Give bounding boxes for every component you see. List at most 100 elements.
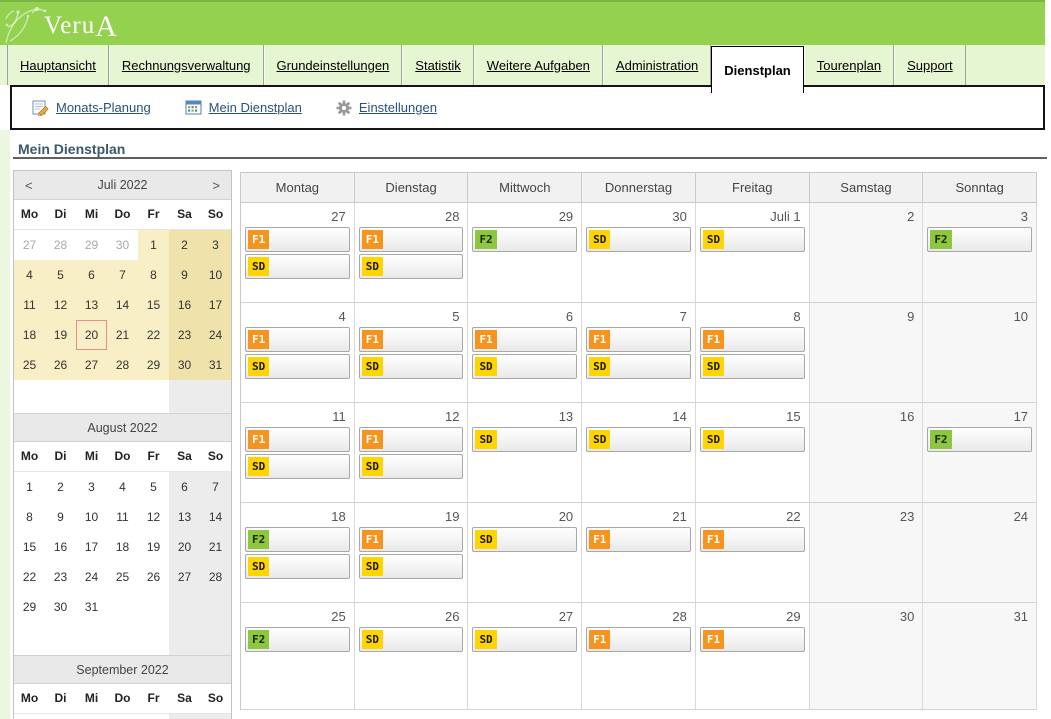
mini-day-cell[interactable]: 31 — [200, 350, 231, 380]
mini-day-cell[interactable]: 18 — [14, 320, 45, 350]
shift-entry-sd[interactable]: SD — [245, 454, 350, 479]
shift-entry-sd[interactable]: SD — [245, 554, 350, 579]
mini-day-cell[interactable]: 10 — [76, 502, 107, 532]
tab-statistik[interactable]: Statistik — [402, 45, 474, 85]
mini-day-cell[interactable]: 14 — [200, 502, 231, 532]
shift-entry-f1[interactable]: F1 — [359, 527, 464, 552]
mini-day-cell[interactable]: 12 — [138, 502, 169, 532]
mini-day-cell[interactable] — [138, 592, 169, 622]
mini-day-cell[interactable]: 3 — [76, 472, 107, 502]
mini-day-cell[interactable]: 2 — [45, 472, 76, 502]
mini-day-cell[interactable]: 5 — [45, 260, 76, 290]
shift-entry-f2[interactable]: F2 — [927, 227, 1032, 252]
mini-day-cell[interactable]: 8 — [14, 502, 45, 532]
shift-entry-f1[interactable]: F1 — [359, 327, 464, 352]
tab-administration[interactable]: Administration — [603, 45, 711, 85]
mini-day-cell[interactable]: 13 — [76, 290, 107, 320]
mini-day-cell[interactable]: 4 — [107, 472, 138, 502]
mini-day-cell[interactable]: 30 — [169, 350, 200, 380]
mini-day-cell[interactable]: 28 — [107, 350, 138, 380]
shift-entry-sd[interactable]: SD — [586, 427, 691, 452]
mini-day-cell[interactable]: 28 — [200, 562, 231, 592]
toolbar-item-monats-planung[interactable]: Monats-Planung — [32, 99, 151, 116]
mini-day-cell[interactable]: 1 — [107, 714, 138, 719]
mini-day-cell[interactable]: 29 — [14, 592, 45, 622]
mini-day-cell[interactable]: 2 — [138, 714, 169, 719]
tab-hauptansicht[interactable]: Hauptansicht — [7, 45, 109, 85]
mini-day-cell[interactable]: 15 — [138, 290, 169, 320]
mini-day-cell[interactable]: 5 — [138, 472, 169, 502]
tab-rechnungsverwaltung[interactable]: Rechnungsverwaltung — [109, 45, 264, 85]
mini-day-cell[interactable]: 13 — [169, 502, 200, 532]
shift-entry-f1[interactable]: F1 — [586, 627, 691, 652]
shift-entry-f1[interactable]: F1 — [586, 527, 691, 552]
shift-entry-sd[interactable]: SD — [700, 227, 805, 252]
mini-day-cell[interactable]: 21 — [200, 532, 231, 562]
mini-day-cell[interactable]: 4 — [14, 260, 45, 290]
mini-day-cell[interactable]: 16 — [169, 290, 200, 320]
tab-grundeinstellungen[interactable]: Grundeinstellungen — [264, 45, 403, 85]
mini-day-cell[interactable]: 1 — [138, 230, 169, 260]
mini-day-cell[interactable]: 19 — [45, 320, 76, 350]
shift-entry-sd[interactable]: SD — [359, 354, 464, 379]
tab-dienstplan[interactable]: Dienstplan — [711, 46, 803, 93]
shift-entry-sd[interactable]: SD — [359, 554, 464, 579]
mini-day-cell[interactable]: 24 — [200, 320, 231, 350]
mini-day-cell[interactable]: 29 — [76, 230, 107, 260]
mini-day-cell[interactable]: 2 — [169, 230, 200, 260]
mini-day-cell[interactable] — [107, 592, 138, 622]
shift-entry-f1[interactable]: F1 — [245, 227, 350, 252]
shift-entry-f1[interactable]: F1 — [700, 627, 805, 652]
mini-day-cell[interactable]: 4 — [200, 714, 231, 719]
mini-day-cell[interactable]: 20 — [169, 532, 200, 562]
mini-day-cell[interactable]: 1 — [14, 472, 45, 502]
mini-day-cell[interactable]: 12 — [45, 290, 76, 320]
mini-day-cell[interactable]: 16 — [45, 532, 76, 562]
mini-day-cell[interactable] — [169, 592, 200, 622]
mini-day-cell[interactable] — [76, 714, 107, 719]
shift-entry-sd[interactable]: SD — [700, 354, 805, 379]
shift-entry-f1[interactable]: F1 — [245, 327, 350, 352]
mini-day-cell[interactable]: 17 — [200, 290, 231, 320]
shift-entry-sd[interactable]: SD — [245, 254, 350, 279]
shift-entry-f1[interactable]: F1 — [700, 527, 805, 552]
shift-entry-sd[interactable]: SD — [472, 427, 577, 452]
mini-day-cell[interactable]: 17 — [76, 532, 107, 562]
mini-day-cell[interactable]: 26 — [45, 350, 76, 380]
shift-entry-f1[interactable]: F1 — [359, 227, 464, 252]
mini-day-cell[interactable]: 23 — [45, 562, 76, 592]
shift-entry-sd[interactable]: SD — [472, 627, 577, 652]
shift-entry-sd[interactable]: SD — [472, 527, 577, 552]
next-month-arrow[interactable]: > — [201, 171, 231, 199]
shift-entry-sd[interactable]: SD — [359, 454, 464, 479]
shift-entry-sd[interactable]: SD — [472, 354, 577, 379]
shift-entry-f1[interactable]: F1 — [586, 327, 691, 352]
mini-day-cell[interactable]: 27 — [169, 562, 200, 592]
shift-entry-sd[interactable]: SD — [700, 427, 805, 452]
mini-day-cell[interactable]: 30 — [107, 230, 138, 260]
prev-month-arrow[interactable]: < — [14, 171, 44, 199]
mini-day-cell[interactable]: 30 — [45, 592, 76, 622]
mini-day-cell[interactable]: 9 — [169, 260, 200, 290]
mini-day-cell[interactable]: 18 — [107, 532, 138, 562]
mini-day-cell[interactable]: 28 — [45, 230, 76, 260]
shift-entry-f1[interactable]: F1 — [245, 427, 350, 452]
shift-entry-f1[interactable]: F1 — [700, 327, 805, 352]
mini-day-cell[interactable]: 11 — [107, 502, 138, 532]
shift-entry-sd[interactable]: SD — [245, 354, 350, 379]
shift-entry-f2[interactable]: F2 — [472, 227, 577, 252]
shift-entry-f1[interactable]: F1 — [359, 427, 464, 452]
mini-day-cell[interactable]: 25 — [107, 562, 138, 592]
mini-day-cell[interactable]: 11 — [14, 290, 45, 320]
tab-support[interactable]: Support — [894, 45, 966, 85]
mini-day-cell[interactable]: 3 — [169, 714, 200, 719]
toolbar-item-einstellungen[interactable]: Einstellungen — [336, 100, 437, 116]
shift-entry-sd[interactable]: SD — [359, 627, 464, 652]
mini-day-cell[interactable]: 22 — [14, 562, 45, 592]
tab-weitere-aufgaben[interactable]: Weitere Aufgaben — [474, 45, 603, 85]
mini-day-cell[interactable]: 23 — [169, 320, 200, 350]
mini-day-cell[interactable]: 31 — [76, 592, 107, 622]
mini-day-cell[interactable]: 27 — [14, 230, 45, 260]
mini-day-cell[interactable]: 25 — [14, 350, 45, 380]
mini-day-cell[interactable] — [45, 714, 76, 719]
